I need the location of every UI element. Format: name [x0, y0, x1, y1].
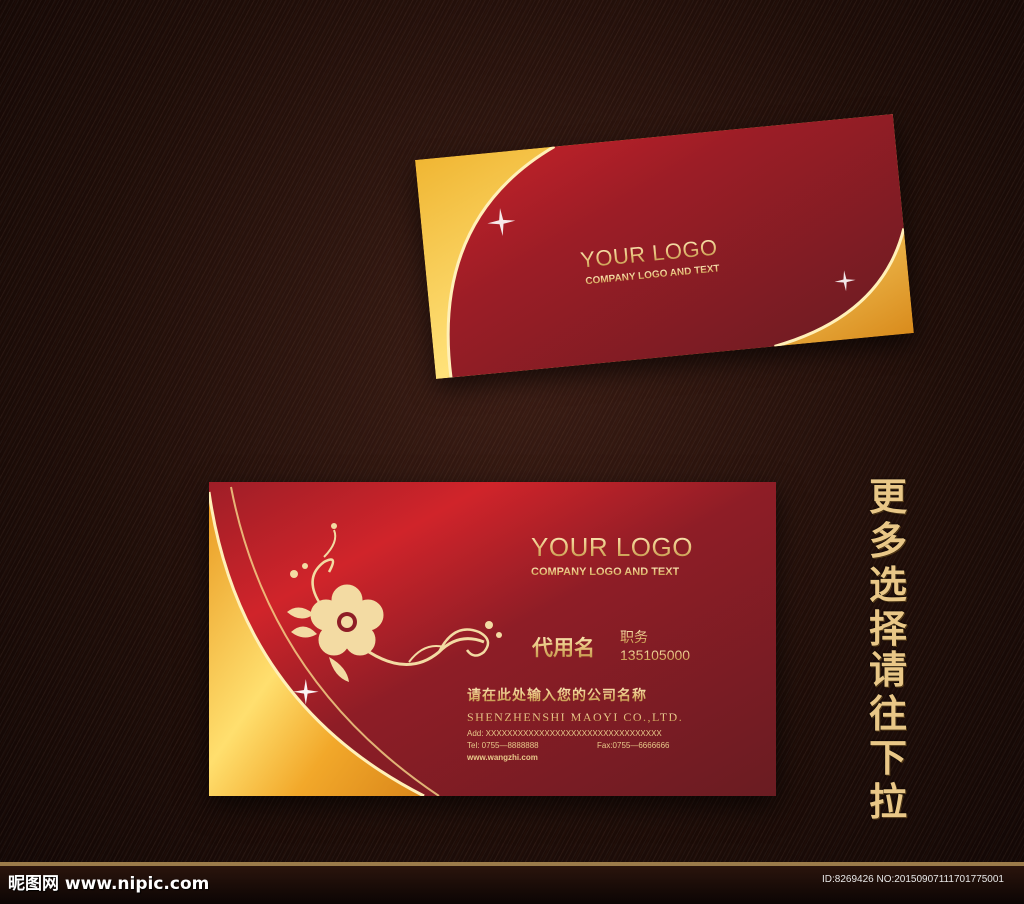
front-logo-title: YOUR LOGO [531, 532, 693, 562]
company-name-cn: 请在此处输入您的公司名称 [467, 685, 647, 705]
watermark-id: ID:8269426 NO:20150907111701775001 [821, 874, 1004, 885]
front-logo-subtitle: COMPANY LOGO AND TEXT [531, 566, 680, 578]
person-title: 职务 [620, 627, 648, 647]
business-card-back: YOUR LOGO COMPANY LOGO AND TEXT [415, 113, 914, 379]
company-address: Add: XXXXXXXXXXXXXXXXXXXXXXXXXXXXXXXXX [467, 729, 662, 738]
company-fax: Fax:0755—6666666 [597, 741, 670, 750]
company-website: www.wangzhi.com [467, 753, 538, 762]
company-tel: Tel: 0755—8888888 [467, 741, 539, 750]
company-name-en: SHENZHENSHI MAOYI CO.,LTD. [467, 710, 684, 724]
watermark-site: 昵图网 www.nipic.com [8, 874, 210, 894]
person-name: 代用名 [532, 632, 595, 662]
business-card-front: YOUR LOGO COMPANY LOGO AND TEXT 代用名 职务 1… [209, 482, 776, 796]
person-phone: 135105000 [620, 647, 691, 663]
slogan-more-choices: 更多选择 [868, 475, 907, 651]
slogan-scroll-down: 请往下拉 [868, 648, 907, 824]
